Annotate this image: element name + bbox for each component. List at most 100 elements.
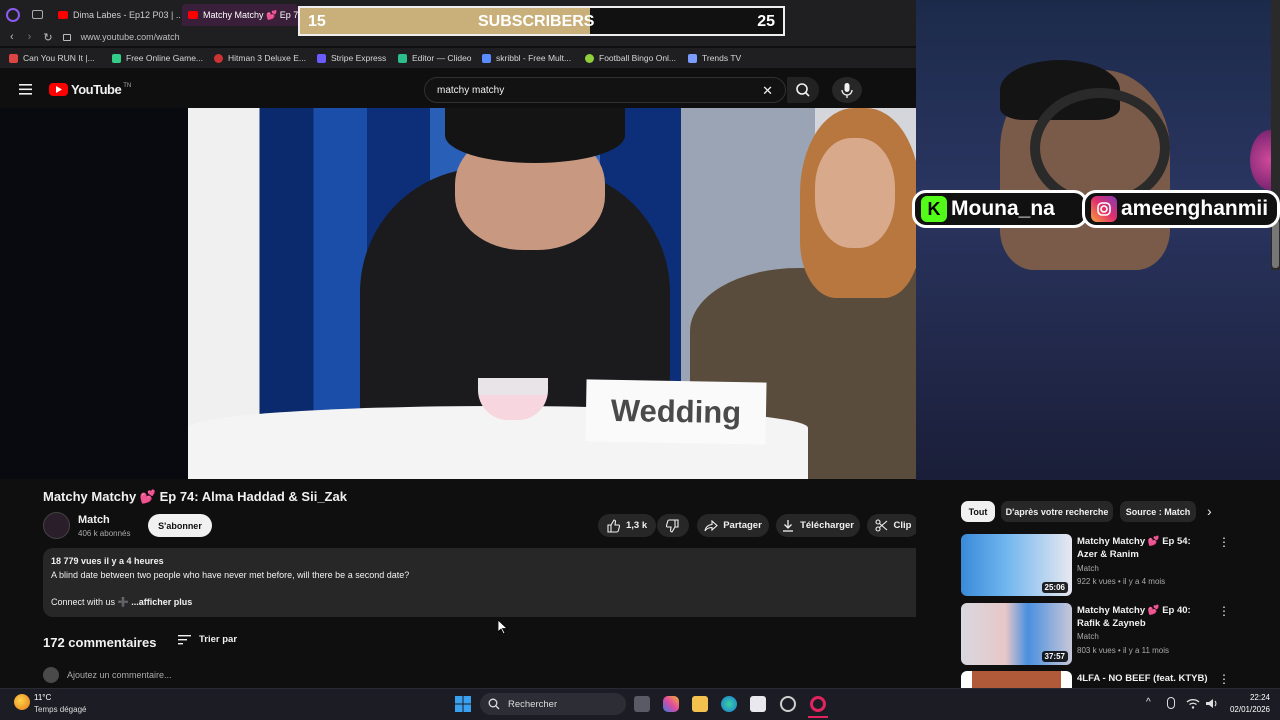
windows-start-icon[interactable] (455, 696, 471, 712)
kick-username-tag: K Mouna_na (912, 190, 1088, 228)
related-video-title[interactable]: Matchy Matchy 💕 Ep 40: Rafik & Zayneb (1077, 604, 1212, 630)
sort-comments-button[interactable]: Trier par (178, 634, 237, 645)
subscriber-current: 15 (308, 13, 326, 30)
sort-icon (178, 634, 191, 644)
bookmark-item[interactable]: Editor — Clideo (398, 53, 472, 63)
file-explorer-icon[interactable] (692, 696, 708, 712)
bookmark-item[interactable]: Football Bingo Onl... (585, 53, 676, 63)
related-video-channel[interactable]: Match (1077, 564, 1099, 573)
speaker-icon[interactable] (1205, 698, 1219, 709)
tab-label: Dima Labes - Ep12 P03 | ... (73, 10, 180, 20)
search-icon (488, 698, 500, 710)
download-button[interactable]: Télécharger (776, 514, 860, 537)
chip-source-match[interactable]: Source : Match (1120, 501, 1196, 522)
related-video-thumbnail[interactable] (961, 671, 1072, 688)
weather-description[interactable]: Temps dégagé (34, 705, 86, 714)
related-video-title[interactable]: 4LFA - NO BEEF (feat. KTYB) (1077, 672, 1212, 685)
microphone-icon (841, 83, 853, 98)
related-video-thumbnail[interactable]: 37:57 (961, 603, 1072, 665)
menu-icon[interactable] (19, 84, 32, 95)
bookmark-item[interactable]: Can You RUN It |... (9, 53, 95, 63)
reload-icon[interactable]: ↻ (43, 31, 52, 44)
video-frame-cap (445, 108, 625, 163)
tab-islands-icon[interactable] (32, 10, 43, 19)
instagram-logo-icon (1091, 196, 1117, 222)
opera-logo-icon[interactable] (6, 8, 20, 22)
weather-icon[interactable] (14, 694, 30, 710)
back-icon[interactable]: ‹ (10, 31, 14, 43)
more-vertical-icon[interactable]: ⋮ (1218, 672, 1230, 686)
page-scrollbar-thumb[interactable] (1272, 220, 1279, 268)
chevron-right-icon[interactable]: › (1207, 503, 1212, 519)
url-field[interactable]: www.youtube.com/watch (81, 32, 180, 42)
taskbar-search-label: Rechercher (508, 698, 558, 710)
share-icon (704, 519, 719, 531)
channel-avatar[interactable] (43, 512, 70, 539)
video-placard-text: Wedding (585, 379, 767, 445)
comment-count: 172 commentaires (43, 635, 157, 650)
related-video-channel[interactable]: Match (1077, 632, 1099, 641)
description-connect: Connect with us ➕ ...afficher plus (51, 597, 192, 608)
youtube-region-code: TN (123, 82, 132, 89)
instagram-username-tag: ameenghanmii (1082, 190, 1280, 228)
bookmark-favicon-icon (112, 53, 121, 63)
copilot-icon[interactable] (663, 696, 679, 712)
related-video-title[interactable]: Matchy Matchy 💕 Ep 54: Azer & Ranim (1077, 535, 1212, 561)
sort-label: Trier par (199, 634, 238, 645)
microsoft-store-icon[interactable] (750, 696, 766, 712)
edge-browser-icon[interactable] (721, 696, 737, 712)
more-vertical-icon[interactable]: ⋮ (1218, 535, 1230, 549)
connect-text: Connect with us ➕ (51, 597, 129, 607)
kick-logo-icon: K (921, 196, 947, 222)
channel-name[interactable]: Match (78, 514, 110, 526)
tab-label: Matchy Matchy 💕 Ep 74 (203, 9, 298, 20)
active-app-indicator (808, 716, 828, 718)
taskbar-search[interactable]: Rechercher (480, 693, 626, 715)
add-comment-input[interactable]: Ajoutez un commentaire... (43, 667, 172, 683)
chip-all[interactable]: Tout (961, 501, 995, 522)
forward-icon[interactable]: › (28, 31, 32, 43)
youtube-logo-text: YouTube (71, 82, 122, 97)
voice-search-button[interactable] (832, 77, 862, 103)
related-video-thumbnail[interactable]: 25:06 (961, 534, 1072, 596)
subscriber-goal-label: SUBSCRIBERS (478, 13, 595, 30)
bookmark-item[interactable]: Stripe Express (317, 53, 386, 63)
bookmark-item[interactable]: Hitman 3 Deluxe E... (214, 53, 306, 63)
search-input[interactable]: matchy matchy ✕ (424, 77, 786, 103)
task-view-icon[interactable] (634, 696, 650, 712)
like-button[interactable]: 1,3 k (598, 514, 656, 537)
view-count-and-date: 18 779 vues il y a 4 heures (51, 556, 164, 566)
chip-based-on-search[interactable]: D'après votre recherche (1001, 501, 1113, 522)
dislike-button[interactable] (657, 514, 689, 537)
timer-app-icon[interactable] (780, 696, 796, 712)
related-video-meta: 922 k vues • il y a 4 mois (1077, 577, 1166, 586)
tab-matchy-matchy[interactable]: Matchy Matchy 💕 Ep 74 (182, 4, 298, 26)
clock-date[interactable]: 02/01/2026 (1224, 705, 1270, 714)
share-button[interactable]: Partager (697, 514, 769, 537)
clip-label: Clip (893, 520, 912, 531)
opera-gx-icon[interactable] (810, 696, 826, 712)
bookmark-label: Football Bingo Onl... (599, 53, 677, 63)
youtube-logo[interactable]: YouTube TN (49, 82, 131, 97)
bookmark-item[interactable]: skribbl - Free Mult... (482, 53, 571, 63)
video-frame-woman-face (815, 138, 895, 248)
microphone-status-icon[interactable] (1167, 697, 1175, 709)
search-button[interactable] (787, 77, 819, 103)
clear-search-icon[interactable]: ✕ (762, 83, 773, 99)
bookmark-item[interactable]: Free Online Game... (112, 53, 203, 63)
lock-icon[interactable] (62, 33, 71, 41)
tab-dima-labes[interactable]: Dima Labes - Ep12 P03 | ... (52, 4, 180, 26)
wifi-icon[interactable] (1186, 698, 1200, 709)
bookmark-label: Trends TV (702, 53, 742, 63)
more-vertical-icon[interactable]: ⋮ (1218, 604, 1230, 618)
clock-time[interactable]: 22:24 (1236, 693, 1270, 702)
chevron-up-icon[interactable]: ^ (1146, 697, 1151, 708)
bookmark-favicon-icon (214, 53, 223, 63)
scissors-icon (874, 519, 887, 532)
bookmark-item[interactable]: Trends TV (688, 53, 741, 63)
clip-button[interactable]: Clip (867, 514, 916, 537)
video-duration: 37:57 (1041, 651, 1068, 662)
subscribe-button[interactable]: S'abonner (148, 514, 212, 537)
weather-temperature[interactable]: 11°C (34, 693, 51, 702)
show-more-link[interactable]: ...afficher plus (131, 597, 192, 607)
